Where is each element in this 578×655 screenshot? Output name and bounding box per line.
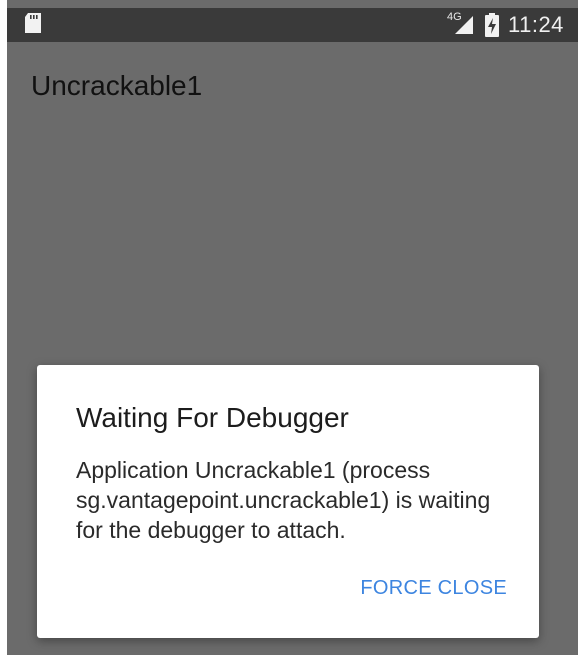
screen: 4G 11:24 Uncrackable1 Waiting For Debugg…: [0, 0, 578, 655]
status-clock: 11:24: [508, 12, 564, 37]
cellular-signal-icon: [455, 16, 473, 34]
sd-card-icon: [24, 13, 42, 33]
dialog-title: Waiting For Debugger: [76, 402, 349, 433]
status-bar: 4G 11:24: [7, 8, 578, 42]
force-close-button[interactable]: FORCE CLOSE: [360, 577, 507, 600]
waiting-for-debugger-dialog: Waiting For Debugger Application Uncrack…: [37, 365, 539, 638]
app-title: Uncrackable1: [31, 70, 203, 101]
dialog-message: Application Uncrackable1 (process sg.van…: [76, 457, 491, 543]
battery-charging-icon: [485, 13, 499, 37]
